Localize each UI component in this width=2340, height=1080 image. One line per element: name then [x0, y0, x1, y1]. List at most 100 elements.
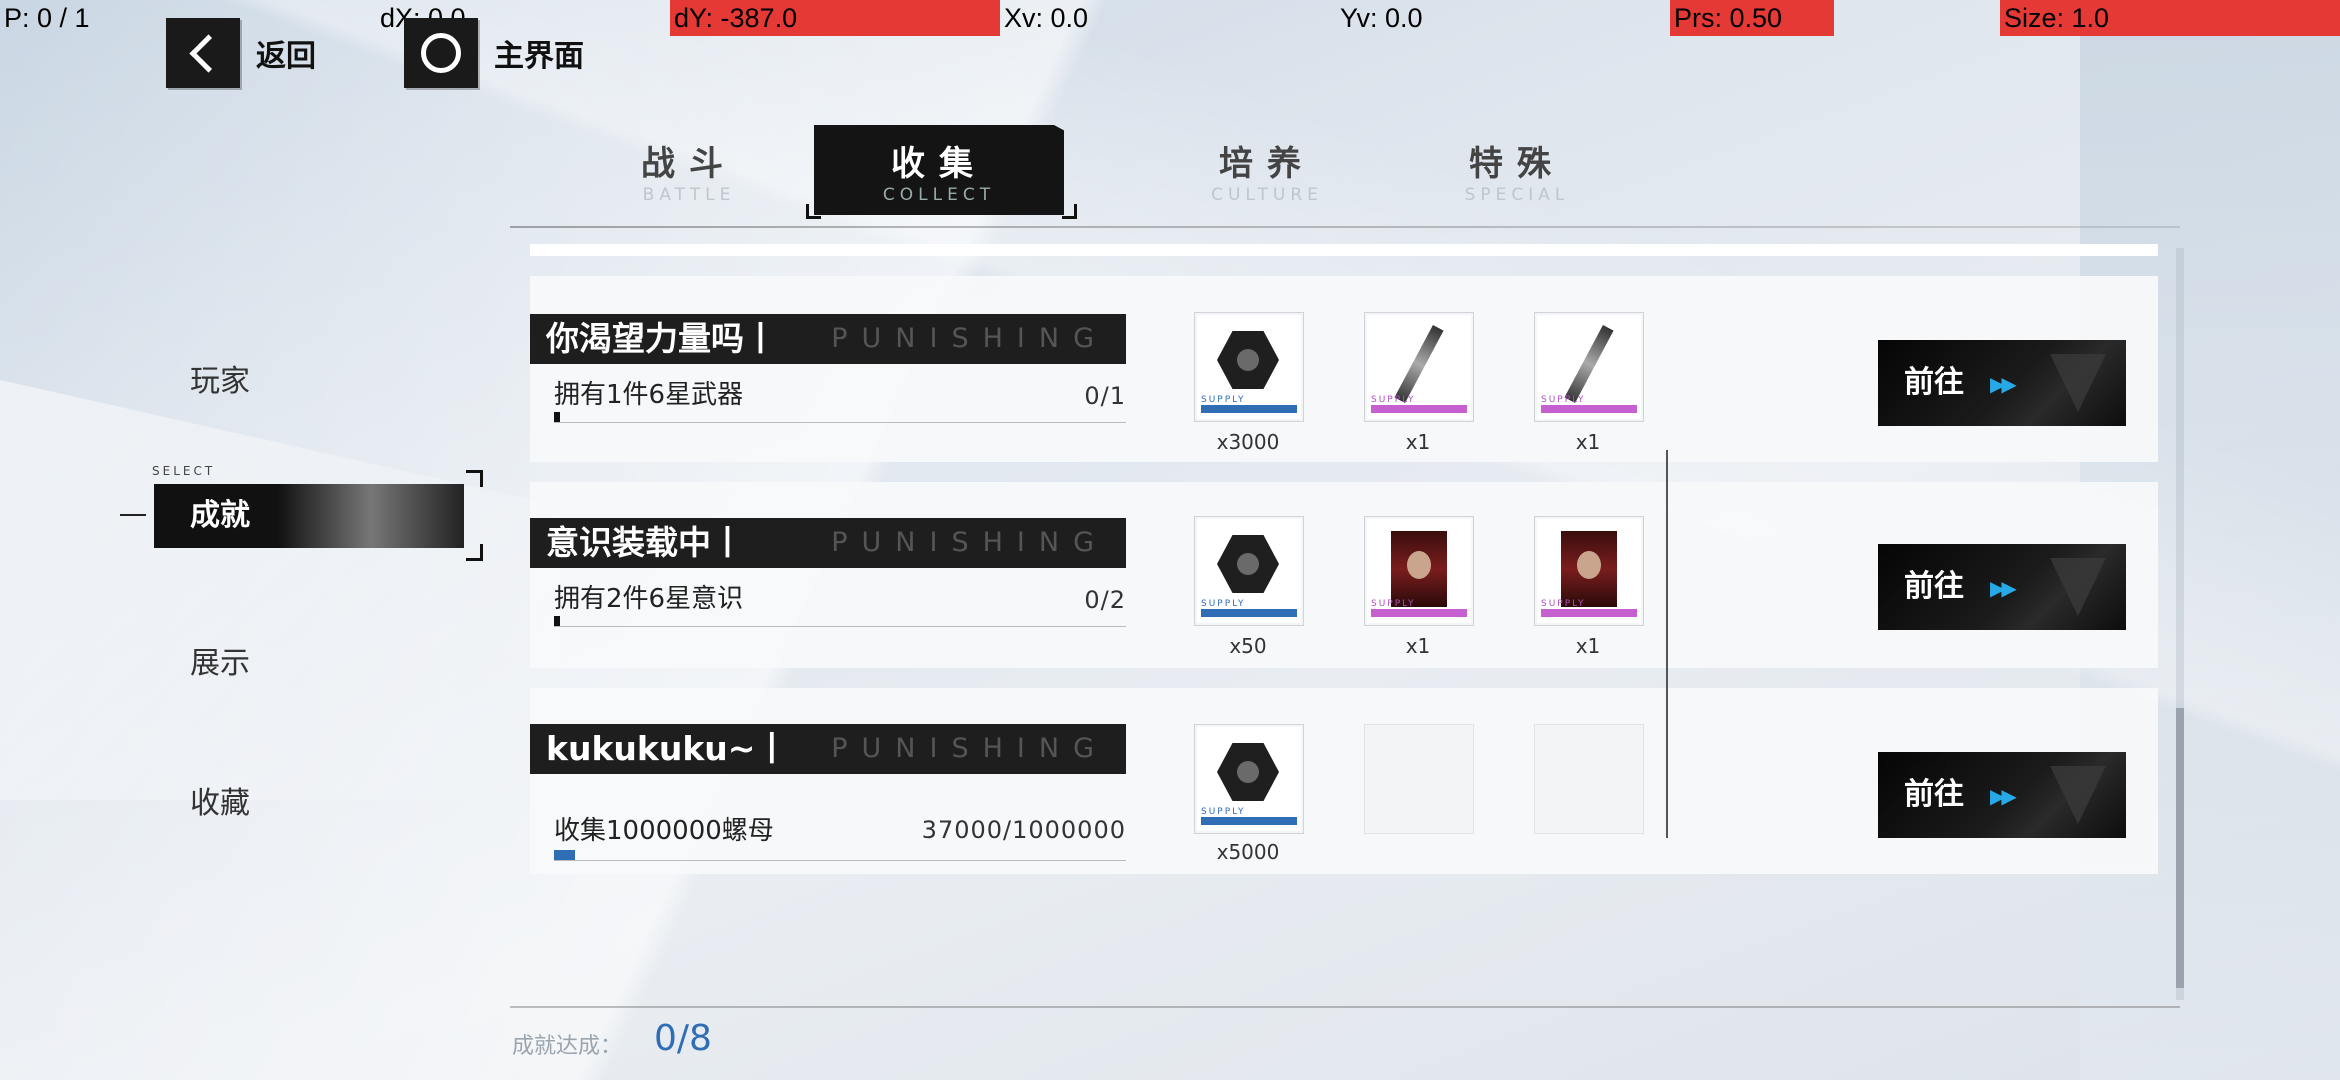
achievement-desc: 收集1000000螺母 [554, 816, 774, 846]
achievement-title: 意识装载中丨 [546, 523, 744, 562]
reward-item[interactable]: SUPPLY [1534, 516, 1644, 626]
progress-fill [554, 412, 560, 422]
rarity-strip [1201, 609, 1297, 617]
divider-line [1666, 450, 1668, 838]
achievement-progress-text: 0/1 [1084, 382, 1126, 410]
scrollbar[interactable] [2176, 248, 2184, 1000]
back-label: 返回 [256, 39, 316, 74]
reward-qty: x1 [1405, 634, 1431, 658]
background-shape [0, 380, 560, 800]
achievement-title: 你渴望力量吗丨 [546, 319, 777, 358]
rarity-strip [1541, 405, 1637, 413]
tab-bracket [806, 204, 821, 219]
supply-tag: SUPPLY [1371, 395, 1416, 405]
supply-tag: SUPPLY [1201, 599, 1246, 609]
progress-fill [554, 850, 575, 860]
footer-divider [510, 1006, 2180, 1008]
back-icon [166, 18, 240, 88]
debug-prs: Prs: 0.50 [1670, 0, 1834, 36]
button-decoration [2050, 354, 2106, 412]
button-decoration [2050, 766, 2106, 824]
tab-sublabel: COLLECT [882, 185, 996, 205]
supply-tag: SUPPLY [1371, 599, 1416, 609]
achievement-desc: 拥有1件6星武器 [554, 380, 744, 410]
selection-marker [120, 514, 146, 516]
goto-button[interactable]: 前往 ▶▶ [1878, 340, 2126, 426]
reward-item[interactable]: SUPPLY [1364, 312, 1474, 422]
reward-item[interactable]: SUPPLY [1534, 312, 1644, 422]
button-decoration [2050, 558, 2106, 616]
reward-qty: x5000 [1216, 840, 1280, 864]
supply-tag: SUPPLY [1541, 395, 1586, 405]
reward-item[interactable]: SUPPLY [1194, 724, 1304, 834]
tab-sublabel: CULTURE [1211, 185, 1323, 205]
weapon-icon [1394, 324, 1444, 404]
tab-sublabel: SPECIAL [1464, 185, 1570, 205]
memory-icon [1561, 531, 1617, 607]
achievement-progress-text: 37000/1000000 [921, 816, 1126, 844]
select-tag: SELECT [152, 464, 216, 478]
selection-bracket [466, 470, 483, 487]
rarity-strip [1371, 609, 1467, 617]
tab-sublabel: BATTLE [642, 185, 736, 205]
reward-item[interactable]: SUPPLY [1364, 516, 1474, 626]
title-watermark: PUNISHING [831, 527, 1108, 558]
achievement-card: kukukuku~丨 PUNISHING 收集1000000螺母 37000/1… [530, 688, 2158, 874]
reward-item[interactable]: SUPPLY [1194, 312, 1304, 422]
achievement-card: 你渴望力量吗丨 PUNISHING 拥有1件6星武器 0/1 SUPPLY x3… [530, 276, 2158, 462]
achievement-title-bar: kukukuku~丨 PUNISHING [530, 724, 1126, 774]
debug-dy: dY: -387.0 [670, 0, 1000, 36]
scrollbar-thumb[interactable] [2176, 708, 2184, 988]
achievement-progress-text: 0/2 [1084, 586, 1126, 614]
debug-size: Size: 1.0 [2000, 0, 2340, 36]
achievement-progress-bar [554, 616, 1126, 627]
rarity-strip [1371, 405, 1467, 413]
reward-qty: x3000 [1216, 430, 1280, 454]
home-button[interactable]: 主界面 [404, 18, 584, 88]
supply-tag: SUPPLY [1541, 599, 1586, 609]
rarity-strip [1541, 609, 1637, 617]
title-watermark: PUNISHING [831, 323, 1108, 354]
reward-item[interactable]: SUPPLY [1194, 516, 1304, 626]
goto-label: 前往 [1904, 569, 1964, 604]
reward-qty: x1 [1575, 634, 1601, 658]
debug-xv: Xv: 0.0 [1004, 3, 1089, 33]
goto-label: 前往 [1904, 365, 1964, 400]
double-arrow-icon: ▶▶ [1990, 784, 2017, 808]
goto-button[interactable]: 前往 ▶▶ [1878, 544, 2126, 630]
goto-label: 前往 [1904, 777, 1964, 812]
achievement-title-bar: 意识装载中丨 PUNISHING [530, 518, 1126, 568]
tab-special[interactable]: 特殊 SPECIAL [1392, 125, 1642, 215]
panel-top-strip [530, 244, 2158, 256]
hex-nut-icon [1217, 331, 1279, 389]
achievement-progress-bar [554, 412, 1126, 423]
tab-battle[interactable]: 战斗 BATTLE [564, 125, 814, 215]
back-button[interactable]: 返回 [166, 18, 316, 88]
achievement-desc: 拥有2件6星意识 [554, 584, 744, 614]
achievement-progress-bar [554, 850, 1126, 861]
selection-bracket [466, 544, 483, 561]
home-label: 主界面 [494, 39, 584, 74]
achievement-total-value: 0/8 [654, 1018, 712, 1059]
goto-button[interactable]: 前往 ▶▶ [1878, 752, 2126, 838]
memory-icon [1391, 531, 1447, 607]
title-watermark: PUNISHING [831, 733, 1108, 764]
sidebar-item-collection[interactable]: 收藏 [190, 778, 250, 822]
double-arrow-icon: ▶▶ [1990, 576, 2017, 600]
sidebar-item-display[interactable]: 展示 [190, 638, 250, 682]
debug-yv: Yv: 0.0 [1340, 3, 1423, 33]
achievement-card: 意识装载中丨 PUNISHING 拥有2件6星意识 0/2 SUPPLY x50… [530, 482, 2158, 668]
achievement-title: kukukuku~丨 [546, 729, 789, 768]
tab-bracket [1062, 204, 1077, 219]
tab-collect[interactable]: 收集 COLLECT [814, 125, 1064, 215]
reward-qty: x1 [1575, 430, 1601, 454]
tab-culture[interactable]: 培养 CULTURE [1142, 125, 1392, 215]
rarity-strip [1201, 817, 1297, 825]
hex-nut-icon [1217, 535, 1279, 593]
supply-tag: SUPPLY [1201, 807, 1246, 817]
home-icon [404, 18, 478, 88]
sidebar-item-player[interactable]: 玩家 [190, 356, 250, 400]
tab-divider [510, 226, 2180, 228]
achievement-title-bar: 你渴望力量吗丨 PUNISHING [530, 314, 1126, 364]
sidebar-item-achievement[interactable]: 成就 [154, 484, 464, 548]
